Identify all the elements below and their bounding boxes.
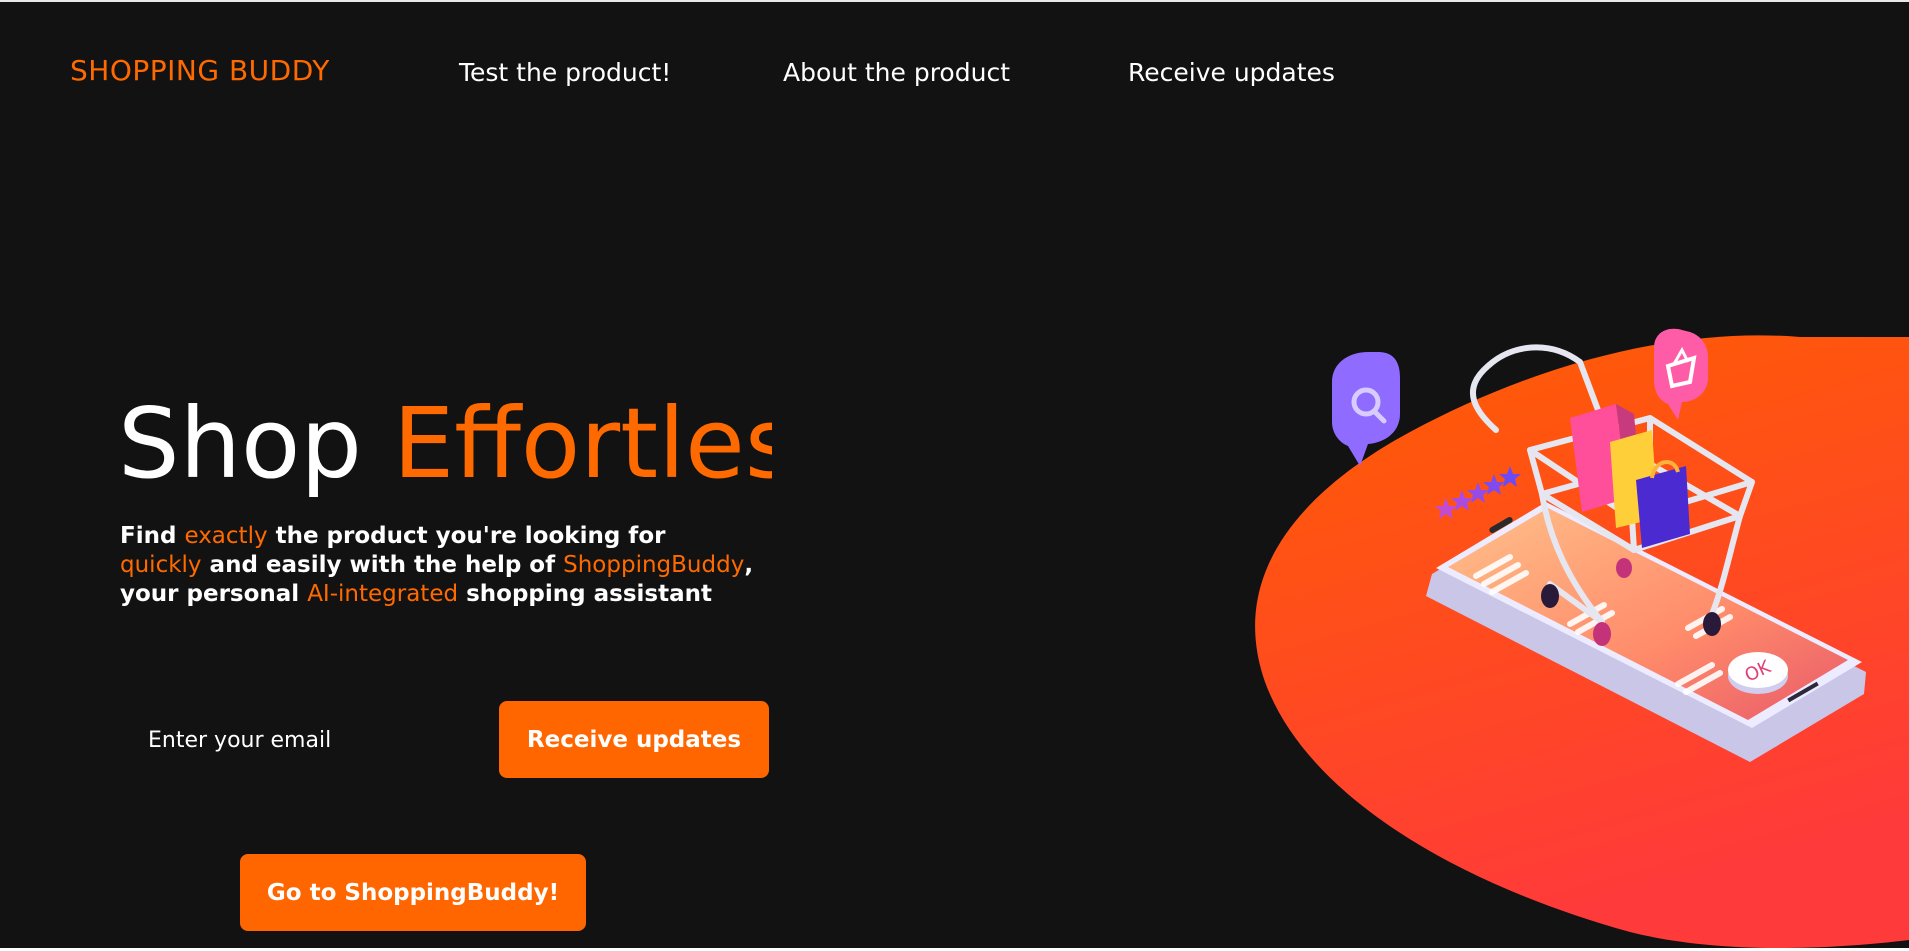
desc-text: your personal bbox=[120, 581, 308, 607]
desc-text: and easily with the help of bbox=[201, 552, 564, 578]
go-to-shoppingbuddy-button[interactable]: Go to ShoppingBuddy! bbox=[240, 854, 586, 931]
desc-text: the product you're looking for bbox=[267, 523, 666, 549]
landing-page: SHOPPING BUDDY Test the product! About t… bbox=[0, 0, 1909, 948]
nav-link-test-product[interactable]: Test the product! bbox=[459, 58, 671, 87]
nav-link-receive-updates[interactable]: Receive updates bbox=[1128, 58, 1335, 87]
receive-updates-button[interactable]: Receive updates bbox=[499, 701, 769, 778]
desc-highlight: ShoppingBuddy bbox=[563, 552, 745, 578]
desc-text: shopping assistant bbox=[458, 581, 712, 607]
hero-description-line-2: quickly and easily with the help of Shop… bbox=[120, 551, 800, 580]
nav-link-about-product[interactable]: About the product bbox=[783, 58, 1010, 87]
desc-text: , bbox=[744, 552, 754, 578]
brand-logo[interactable]: SHOPPING BUDDY bbox=[70, 54, 330, 87]
hero-title-part1: Shop bbox=[118, 387, 393, 500]
hero-title-part2: Effortles bbox=[392, 387, 772, 500]
desc-highlight: quickly bbox=[120, 552, 202, 578]
desc-highlight: exactly bbox=[184, 523, 268, 549]
hero-description-line-3: your personal AI-integrated shopping ass… bbox=[120, 580, 800, 609]
hero-description: Find exactly the product you're looking … bbox=[120, 522, 800, 609]
email-input[interactable] bbox=[120, 702, 480, 778]
hero-description-line-1: Find exactly the product you're looking … bbox=[120, 522, 800, 551]
desc-highlight: AI-integrated bbox=[307, 581, 459, 607]
desc-text: Find bbox=[120, 523, 185, 549]
hero-title: Shop Effortles bbox=[118, 385, 772, 503]
hero-illustration: OK bbox=[1255, 328, 1909, 948]
